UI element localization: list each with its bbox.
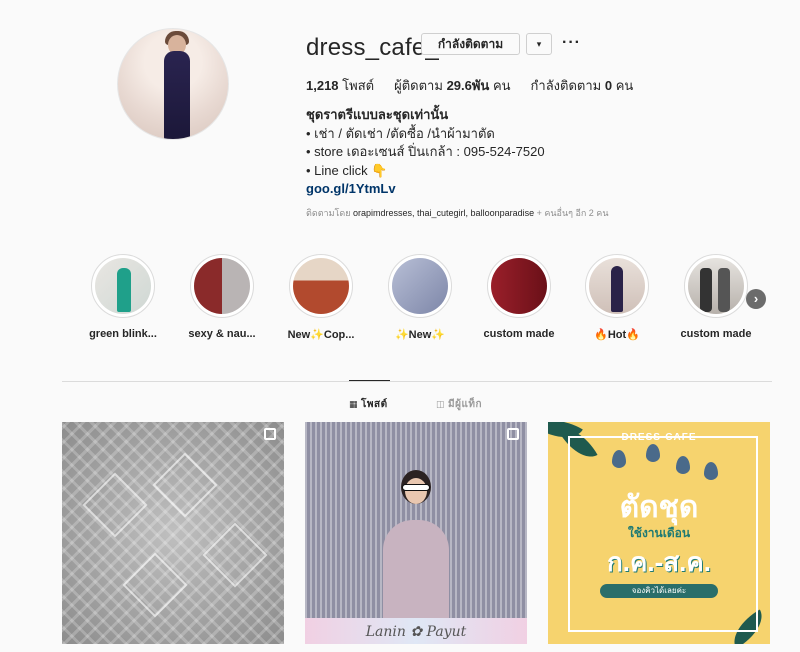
profile-username: dress_cafe_ [306, 34, 439, 61]
bio-line: • store เดอะเซนส์ ปิ่นเกล้า : 095-524-75… [306, 144, 545, 159]
post-thumbnail[interactable]: Lanin ✿ Payut [305, 422, 527, 644]
profile-stats: 1,218 โพสต์ ผู้ติดตาม 29.6พัน คน กำลังติ… [306, 75, 653, 96]
sunglasses-prop [402, 484, 430, 491]
following-button[interactable]: กำลังติดตาม [421, 33, 520, 55]
highlight-label: New✨Cop... [287, 329, 355, 341]
post-footer-pill: จองคิวได้เลยค่ะ [600, 584, 718, 598]
story-highlight[interactable]: sexy & nau... [180, 254, 264, 340]
profile-full-name: ชุดราตรีแบบละชุดเท่านั้น [306, 107, 449, 122]
post-brand: DRESS-CAFE [621, 432, 697, 443]
tagged-icon: ◫ [436, 399, 446, 409]
bio-line: • เช่า / ตัดเช่า /ตัดซื้อ /นำผ้ามาตัด [306, 125, 495, 141]
highlight-thumbnail [688, 258, 744, 314]
multiple-posts-icon [507, 428, 519, 440]
lace-pattern [82, 472, 148, 538]
highlight-label: green blink... [89, 328, 157, 340]
highlight-label: sexy & nau... [188, 328, 256, 340]
bio-link[interactable]: goo.gl/1YtmLv [306, 180, 545, 199]
more-options-icon[interactable]: ··· [562, 34, 581, 52]
followers-count[interactable]: ผู้ติดตาม 29.6พัน คน [394, 75, 510, 96]
grid-icon: ▦ [349, 399, 359, 409]
highlight-thumbnail [392, 258, 448, 314]
chevron-down-icon: ▾ [536, 39, 542, 49]
following-count[interactable]: กำลังติดตาม 0 คน [531, 75, 634, 96]
tab-tagged[interactable]: ◫ มีผู้แท็ก [436, 397, 482, 412]
profile-avatar[interactable] [117, 28, 229, 140]
story-highlight[interactable]: New✨Cop... [279, 254, 363, 341]
raindrop-icon [704, 462, 718, 480]
post-caption: Lanin ✿ Payut [365, 624, 467, 640]
tab-posts[interactable]: ▦ โพสต์ [349, 397, 388, 412]
profile-bio: ชุดราตรีแบบละชุดเท่านั้น • เช่า / ตัดเช่… [306, 106, 545, 199]
lace-pattern [152, 452, 218, 518]
lace-pattern [122, 552, 188, 618]
highlight-thumbnail [589, 258, 645, 314]
raindrop-icon [612, 450, 626, 468]
highlight-thumbnail [95, 258, 151, 314]
raindrop-icon [676, 456, 690, 474]
highlight-label: ✨New✨ [394, 329, 445, 341]
highlight-label: 🔥Hot🔥 [594, 329, 640, 341]
suggestions-dropdown-button[interactable]: ▾ [526, 33, 552, 55]
active-tab-indicator [349, 380, 390, 381]
followed-by[interactable]: ติดตามโดย orapimdresses, thai_cutegirl, … [306, 206, 608, 220]
post-months: ก.ค.-ส.ค. [607, 547, 711, 577]
raindrop-icon [646, 444, 660, 462]
chevron-right-icon[interactable]: › [746, 289, 766, 309]
story-highlight[interactable]: green blink... [81, 254, 165, 340]
posts-count: 1,218 โพสต์ [306, 78, 375, 93]
story-highlight[interactable]: 🔥Hot🔥 [575, 254, 659, 341]
highlight-label: custom made [680, 328, 752, 340]
highlight-label: custom made [483, 328, 555, 340]
tabs-divider [62, 381, 772, 382]
lace-pattern [202, 522, 268, 588]
multiple-posts-icon [264, 428, 276, 440]
post-thumbnail[interactable]: DRESS-CAFE ตัดชุด ใช้งานเดือน ก.ค.-ส.ค. … [548, 422, 770, 644]
post-figure-face [405, 478, 427, 504]
highlight-thumbnail [293, 258, 349, 314]
highlight-thumbnail [194, 258, 250, 314]
story-highlight[interactable]: custom made [477, 254, 561, 340]
post-thumbnail[interactable] [62, 422, 284, 644]
story-highlight[interactable]: ✨New✨ [378, 254, 462, 341]
highlight-thumbnail [491, 258, 547, 314]
avatar-dress [164, 51, 190, 139]
post-subheadline: ใช้งานเดือน [627, 526, 691, 540]
bio-line: • Line click 👇 [306, 162, 388, 178]
